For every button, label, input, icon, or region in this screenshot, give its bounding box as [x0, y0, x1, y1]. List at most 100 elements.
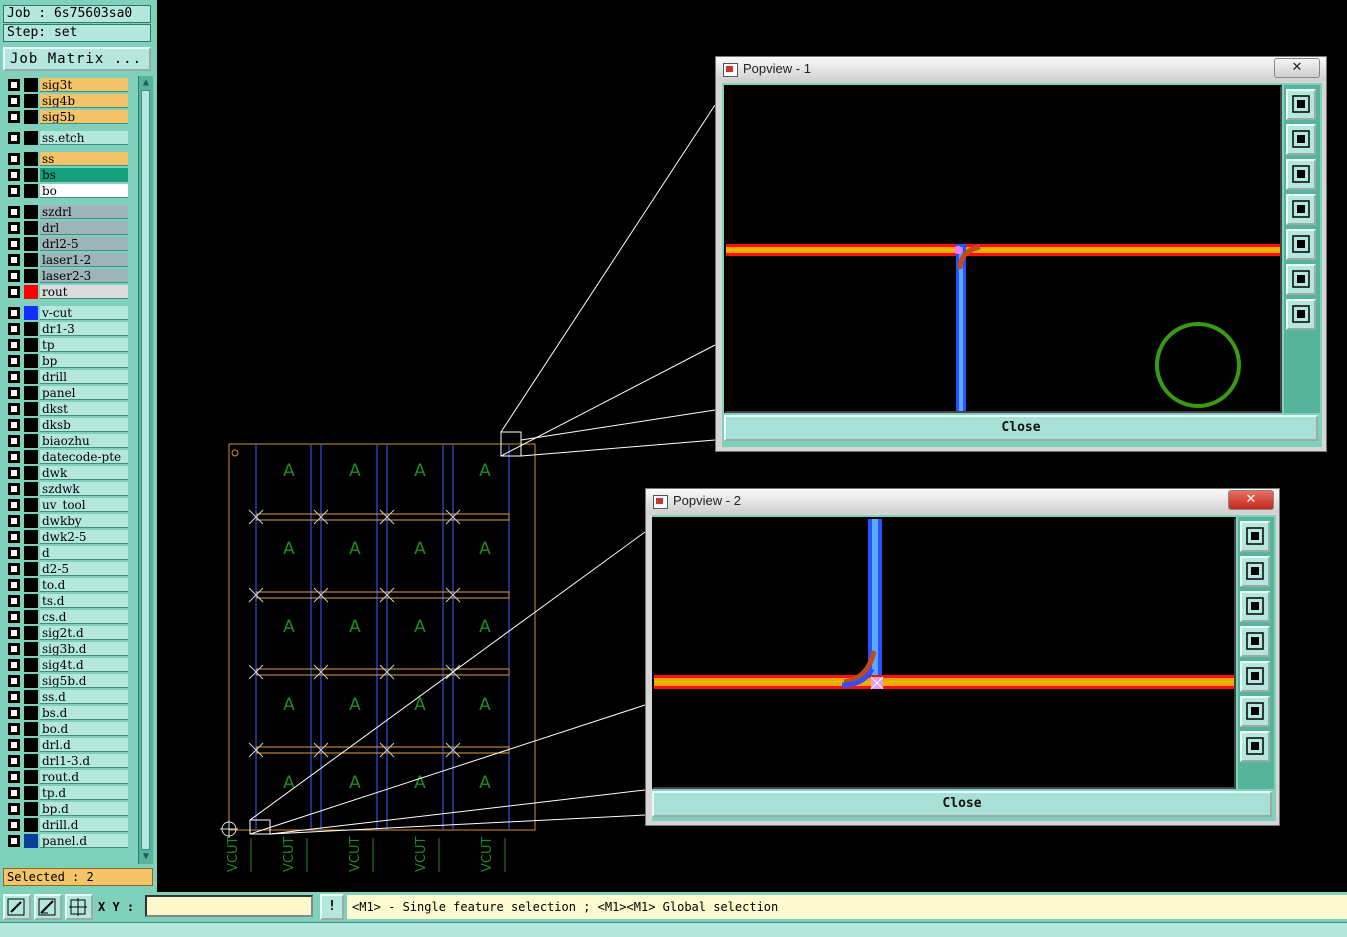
- layer-checkbox[interactable]: [8, 483, 20, 495]
- layer-up-button[interactable]: [1240, 556, 1270, 587]
- layer-name[interactable]: sig3b.d: [40, 642, 128, 656]
- layer-row[interactable]: drill.d: [5, 818, 129, 832]
- layer-name[interactable]: laser1-2: [40, 253, 128, 267]
- layer-row[interactable]: dwk2-5: [5, 530, 129, 544]
- layer-row[interactable]: panel.d: [5, 834, 129, 848]
- layer-checkbox[interactable]: [8, 132, 20, 144]
- layer-checkbox[interactable]: [8, 185, 20, 197]
- layer-checkbox[interactable]: [8, 371, 20, 383]
- layer-row[interactable]: dkst: [5, 402, 129, 416]
- job-matrix-button[interactable]: Job Matrix ...: [3, 47, 151, 71]
- layer-color-swatch[interactable]: [24, 482, 38, 496]
- layer-row[interactable]: datecode-pte: [5, 450, 129, 464]
- layer-color-swatch[interactable]: [24, 434, 38, 448]
- layer-color-swatch[interactable]: [24, 78, 38, 92]
- layer-checkbox[interactable]: [8, 819, 20, 831]
- layer-color-swatch[interactable]: [24, 253, 38, 267]
- layer-row[interactable]: laser1-2: [5, 253, 129, 267]
- layer-checkbox[interactable]: [8, 153, 20, 165]
- layer-color-swatch[interactable]: [24, 285, 38, 299]
- layer-name[interactable]: bo.d: [40, 722, 128, 736]
- layer-row[interactable]: panel: [5, 386, 129, 400]
- layer-checkbox[interactable]: [8, 286, 20, 298]
- zoom-window-button[interactable]: [1240, 521, 1270, 552]
- layer-row[interactable]: v-cut: [5, 306, 129, 320]
- layer-name[interactable]: drl.d: [40, 738, 128, 752]
- layer-color-swatch[interactable]: [24, 131, 38, 145]
- popview-1-close-button[interactable]: Close: [724, 415, 1318, 441]
- layer-row[interactable]: drill: [5, 370, 129, 384]
- layer-row[interactable]: tp: [5, 338, 129, 352]
- pan-left-button[interactable]: [1286, 194, 1316, 225]
- layer-name[interactable]: rout.d: [40, 770, 128, 784]
- layer-checkbox[interactable]: [8, 531, 20, 543]
- layer-name[interactable]: dwkby: [40, 514, 128, 528]
- layer-row[interactable]: bp.d: [5, 802, 129, 816]
- layer-name[interactable]: uv_tool: [40, 498, 128, 512]
- zoom-fit-button[interactable]: [1240, 696, 1270, 727]
- layer-color-swatch[interactable]: [24, 205, 38, 219]
- layer-row[interactable]: ss: [5, 152, 129, 166]
- layer-name[interactable]: szdrl: [40, 205, 128, 219]
- layer-color-swatch[interactable]: [24, 562, 38, 576]
- layer-name[interactable]: tp.d: [40, 786, 128, 800]
- layer-name[interactable]: dksb: [40, 418, 128, 432]
- zoom-fit-button[interactable]: [1286, 264, 1316, 295]
- layer-color-swatch[interactable]: [24, 818, 38, 832]
- layer-row[interactable]: szdwk: [5, 482, 129, 496]
- layer-name[interactable]: bs.d: [40, 706, 128, 720]
- layer-checkbox[interactable]: [8, 387, 20, 399]
- scroll-down-icon[interactable]: ▼: [140, 851, 152, 863]
- pan-right-button[interactable]: [1286, 229, 1316, 260]
- layer-name[interactable]: bo: [40, 184, 128, 198]
- layer-name[interactable]: drl: [40, 221, 128, 235]
- layer-checkbox[interactable]: [8, 691, 20, 703]
- layer-row[interactable]: ts.d: [5, 594, 129, 608]
- layer-checkbox[interactable]: [8, 222, 20, 234]
- layer-checkbox[interactable]: [8, 707, 20, 719]
- layer-row[interactable]: laser2-3: [5, 269, 129, 283]
- layer-color-swatch[interactable]: [24, 786, 38, 800]
- layer-row[interactable]: bs: [5, 168, 129, 182]
- layer-row[interactable]: cs.d: [5, 610, 129, 624]
- layer-name[interactable]: sig4b: [40, 94, 128, 108]
- layer-color-swatch[interactable]: [24, 546, 38, 560]
- layer-row[interactable]: szdrl: [5, 205, 129, 219]
- layer-name[interactable]: ss.etch: [40, 131, 128, 145]
- layer-color-swatch[interactable]: [24, 450, 38, 464]
- layer-row[interactable]: biaozhu: [5, 434, 129, 448]
- layer-name[interactable]: dwk2-5: [40, 530, 128, 544]
- layer-color-swatch[interactable]: [24, 770, 38, 784]
- layer-color-swatch[interactable]: [24, 237, 38, 251]
- popview-1-view[interactable]: [724, 85, 1282, 413]
- layer-checkbox[interactable]: [8, 169, 20, 181]
- layer-row[interactable]: sig4b: [5, 94, 129, 108]
- layer-checkbox[interactable]: [8, 659, 20, 671]
- layer-name[interactable]: panel.d: [40, 834, 128, 848]
- layer-row[interactable]: sig5b: [5, 110, 129, 124]
- layer-color-swatch[interactable]: [24, 514, 38, 528]
- layer-checkbox[interactable]: [8, 79, 20, 91]
- popview-2-titlebar[interactable]: Popview - 2 ✕: [646, 489, 1279, 513]
- layer-color-swatch[interactable]: [24, 498, 38, 512]
- layer-name[interactable]: dr1-3: [40, 322, 128, 336]
- layer-name[interactable]: biaozhu: [40, 434, 128, 448]
- layer-name[interactable]: rout: [40, 285, 128, 299]
- layer-row[interactable]: tp.d: [5, 786, 129, 800]
- layer-checkbox[interactable]: [8, 835, 20, 847]
- layer-row[interactable]: dwk: [5, 466, 129, 480]
- layer-row[interactable]: sig3t: [5, 78, 129, 92]
- layer-row[interactable]: d2-5: [5, 562, 129, 576]
- layer-row[interactable]: rout: [5, 285, 129, 299]
- layer-checkbox[interactable]: [8, 419, 20, 431]
- popview-2-close-icon[interactable]: ✕: [1228, 490, 1274, 510]
- layer-color-swatch[interactable]: [24, 674, 38, 688]
- layer-color-swatch[interactable]: [24, 269, 38, 283]
- layer-checkbox[interactable]: [8, 238, 20, 250]
- layer-checkbox[interactable]: [8, 499, 20, 511]
- layer-checkbox[interactable]: [8, 451, 20, 463]
- layer-checkbox[interactable]: [8, 467, 20, 479]
- layer-name[interactable]: bs: [40, 168, 128, 182]
- zoom-home-button[interactable]: [1286, 299, 1316, 330]
- layer-checkbox[interactable]: [8, 307, 20, 319]
